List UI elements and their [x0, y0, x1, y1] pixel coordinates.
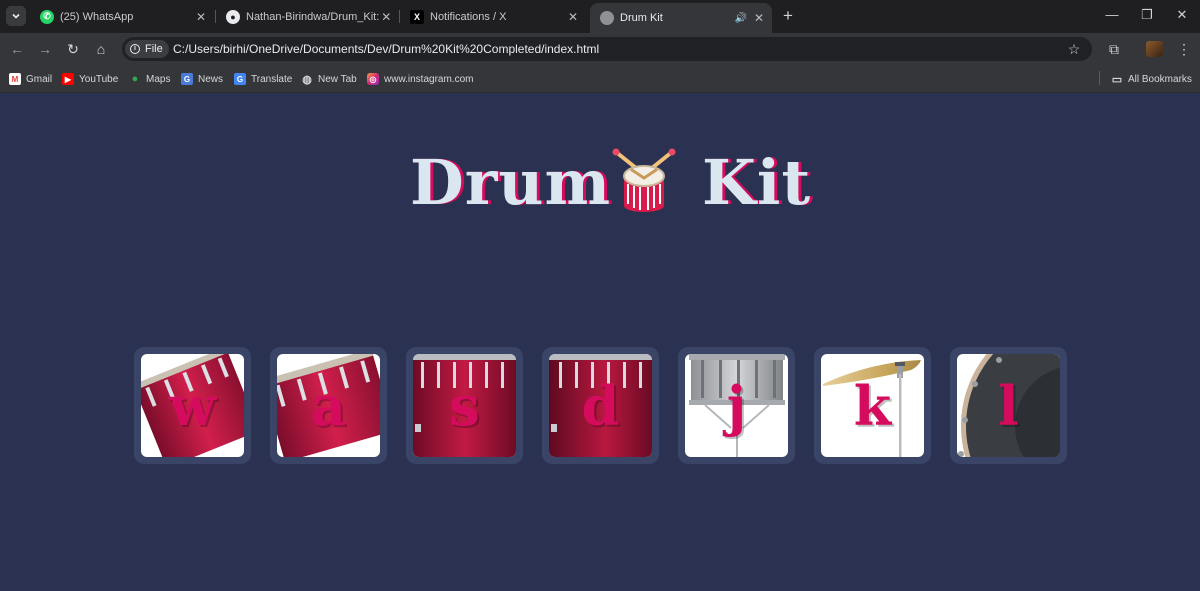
x-logo-icon: X	[410, 9, 424, 24]
page-title-drum: Drum	[410, 146, 612, 219]
new-tab-button[interactable]: +	[778, 6, 798, 26]
globe-icon	[600, 11, 614, 25]
drum-face: w	[141, 354, 244, 457]
drum-face: l	[957, 354, 1060, 457]
tab-title: Notifications / X	[430, 10, 507, 23]
drum-key-label: d	[581, 374, 620, 438]
all-bookmarks-button[interactable]: ▭ All Bookmarks	[1111, 72, 1192, 86]
page-title-kit: Kit	[702, 146, 812, 219]
tab-title: (25) WhatsApp	[60, 10, 134, 23]
close-window-icon[interactable]: ✕	[1172, 7, 1192, 23]
home-button[interactable]: ⌂	[92, 40, 110, 58]
audio-playing-icon[interactable]: 🔊	[732, 13, 750, 24]
menu-icon[interactable]: ⋮	[1175, 40, 1193, 58]
youtube-icon: ▶	[62, 73, 74, 85]
tab-drum-kit[interactable]: Drum Kit 🔊 ✕	[590, 3, 772, 33]
github-icon: ●	[226, 9, 240, 24]
drum-pad-d[interactable]: d	[542, 347, 659, 464]
bookmark-instagram[interactable]: ◎ www.instagram.com	[367, 72, 473, 86]
extensions-icon[interactable]: ⧉	[1105, 40, 1123, 58]
translate-icon: G	[234, 73, 246, 85]
drum-face: k	[821, 354, 924, 457]
drum-key-label: j	[726, 374, 747, 438]
close-tab-icon[interactable]: ✕	[379, 10, 394, 24]
news-icon: G	[181, 73, 193, 85]
bookmark-youtube[interactable]: ▶ YouTube	[62, 72, 118, 86]
restore-icon[interactable]: ❐	[1137, 7, 1157, 23]
bookmark-gmail[interactable]: M Gmail	[9, 72, 52, 86]
tab-search-button[interactable]	[6, 6, 26, 26]
drum-key-label: a	[311, 374, 346, 438]
info-icon: i	[130, 44, 140, 54]
bookmarks-divider	[1099, 71, 1100, 85]
tab-title: Nathan-Birindwa/Drum_Kit: Dru	[246, 10, 379, 23]
page-content: Drum Kit w a s d j k l	[0, 94, 1200, 591]
profile-avatar[interactable]	[1146, 41, 1163, 57]
all-bookmarks-label: All Bookmarks	[1128, 73, 1192, 85]
drum-key-label: l	[998, 374, 1019, 438]
drum-face: a	[277, 354, 380, 457]
bookmark-label: News	[198, 73, 224, 85]
drum-key-label: k	[853, 374, 892, 438]
bookmark-label: Gmail	[26, 73, 53, 85]
bookmark-star-icon[interactable]: ☆	[1065, 40, 1083, 58]
drum-key-label: w	[169, 374, 216, 438]
close-tab-icon[interactable]: ✕	[750, 11, 768, 25]
tab-strip: ✆ (25) WhatsApp ✕ ● Nathan-Birindwa/Drum…	[0, 0, 1200, 33]
tab-whatsapp[interactable]: ✆ (25) WhatsApp ✕	[30, 4, 214, 29]
close-tab-icon[interactable]: ✕	[564, 10, 582, 24]
bookmark-label: www.instagram.com	[384, 73, 474, 85]
maps-icon: ●	[131, 73, 139, 85]
instagram-icon: ◎	[367, 73, 379, 85]
close-tab-icon[interactable]: ✕	[192, 10, 210, 24]
tab-x-notifications[interactable]: X Notifications / X ✕	[400, 4, 586, 29]
new-tab-icon: ◍	[302, 73, 312, 86]
whatsapp-icon: ✆	[40, 9, 54, 24]
drum-pad-a[interactable]: a	[270, 347, 387, 464]
drum-key-label: s	[449, 374, 480, 438]
tab-title: Drum Kit	[620, 12, 663, 24]
drum-pad-s[interactable]: s	[406, 347, 523, 464]
drum-set: w a s d j k l	[134, 347, 1074, 467]
drum-pad-w[interactable]: w	[134, 347, 251, 464]
bookmarks-bar	[0, 65, 1200, 93]
bookmark-label: Maps	[146, 73, 171, 85]
drum-face: j	[685, 354, 788, 457]
bookmark-translate[interactable]: G Translate	[234, 72, 292, 86]
reload-button[interactable]: ↻	[64, 40, 82, 58]
site-info-label: File	[145, 43, 163, 55]
bookmark-label: YouTube	[79, 73, 119, 85]
bookmark-new-tab[interactable]: ◍ New Tab	[301, 72, 357, 86]
drum-pad-l[interactable]: l	[950, 347, 1067, 464]
drum-emoji-icon	[612, 148, 676, 212]
drum-pad-k[interactable]: k	[814, 347, 931, 464]
drum-face: d	[549, 354, 652, 457]
gmail-icon: M	[9, 73, 21, 85]
drum-face: s	[413, 354, 516, 457]
bookmark-label: Translate	[251, 73, 293, 85]
chevron-down-icon	[12, 13, 20, 19]
site-info-chip[interactable]: i File	[125, 40, 169, 58]
drum-pad-j[interactable]: j	[678, 347, 795, 464]
bookmark-maps[interactable]: ● Maps	[129, 72, 171, 86]
url-text[interactable]: C:/Users/birhi/OneDrive/Documents/Dev/Dr…	[173, 42, 599, 56]
bookmark-label: New Tab	[318, 73, 357, 85]
back-button[interactable]: ←	[8, 40, 26, 58]
minimize-icon[interactable]: —	[1102, 7, 1122, 22]
folder-icon: ▭	[1111, 73, 1123, 86]
bookmark-news[interactable]: G News	[181, 72, 223, 86]
forward-button[interactable]: →	[36, 40, 54, 58]
tab-github[interactable]: ● Nathan-Birindwa/Drum_Kit: Dru ✕	[216, 4, 398, 29]
